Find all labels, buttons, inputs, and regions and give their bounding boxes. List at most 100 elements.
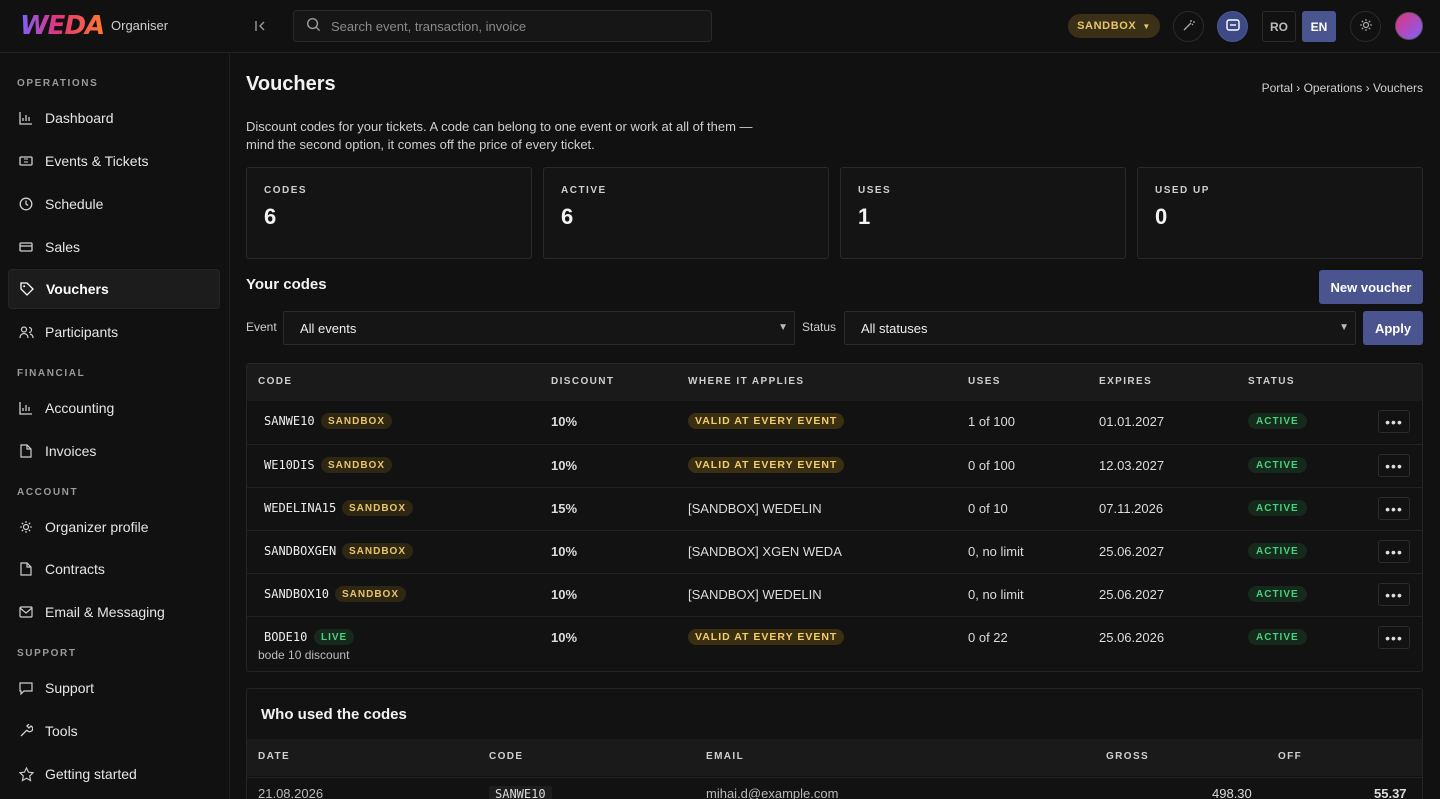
- discount-value: 10%: [551, 630, 578, 645]
- environment-selector[interactable]: SANDBOX ▼: [1068, 14, 1160, 38]
- column-header-code[interactable]: CODE: [489, 751, 524, 762]
- sidebar-item-schedule[interactable]: Schedule: [8, 184, 220, 224]
- language-en-button[interactable]: EN: [1302, 11, 1336, 42]
- search-bar[interactable]: [293, 10, 712, 42]
- apply-filters-button[interactable]: Apply: [1363, 311, 1423, 345]
- section-title-account: ACCOUNT: [17, 487, 79, 498]
- sidebar-item-email-messaging[interactable]: Email & Messaging: [8, 592, 220, 632]
- language-ro-button[interactable]: RO: [1262, 11, 1296, 42]
- applies-event: [SANDBOX] WEDELIN: [688, 587, 822, 602]
- column-header-gross[interactable]: GROSS: [1106, 751, 1149, 762]
- stat-value: 6: [264, 204, 277, 229]
- usage-gross: 498.30: [1212, 786, 1252, 799]
- event-filter-label: Event: [246, 320, 277, 334]
- more-options-icon[interactable]: •••: [1378, 410, 1410, 433]
- more-options-icon[interactable]: •••: [1378, 583, 1410, 606]
- column-header-discount[interactable]: DISCOUNT: [551, 376, 614, 387]
- column-header-where-it-applies[interactable]: WHERE IT APPLIES: [688, 376, 804, 387]
- chevron-down-icon: ▼: [1339, 322, 1349, 333]
- sidebar-item-vouchers[interactable]: Vouchers: [8, 269, 220, 309]
- sidebar-item-invoices[interactable]: Invoices: [8, 431, 220, 471]
- table-row[interactable]: WE10DIS SANDBOX 10% VALID AT EVERY EVENT…: [247, 444, 1422, 487]
- sidebar-item-getting-started[interactable]: Getting started: [8, 754, 220, 794]
- usage-table-row[interactable]: 21.08.2026 SANWE10 mihai.d@example.com 4…: [247, 777, 1422, 799]
- applies-badge: VALID AT EVERY EVENT: [688, 629, 845, 645]
- tools-button[interactable]: [1173, 11, 1204, 42]
- section-title-operations: OPERATIONS: [17, 78, 99, 89]
- column-header-email[interactable]: EMAIL: [706, 751, 744, 762]
- voucher-code: BODE10: [264, 630, 308, 644]
- uses-value: 0 of 22: [968, 630, 1008, 645]
- sidebar-item-tools[interactable]: Tools: [8, 711, 220, 751]
- stat-value: 6: [561, 204, 574, 229]
- sidebar-item-support[interactable]: Support: [8, 668, 220, 708]
- column-header-uses[interactable]: USES: [968, 376, 1001, 387]
- expires-value: 01.01.2027: [1099, 414, 1165, 429]
- sidebar-item-sales[interactable]: Sales: [8, 227, 220, 267]
- main-content: Vouchers Portal › Operations › Vouchers …: [230, 54, 1440, 799]
- mail-icon: [18, 604, 34, 620]
- table-row[interactable]: BODE10 LIVE bode 10 discount 10% VALID A…: [247, 616, 1422, 672]
- top-bar: WEDA Organiser SANDBOX ▼ RO EN: [0, 0, 1440, 53]
- sidebar-item-participants[interactable]: Participants: [8, 312, 220, 352]
- sidebar-item-dashboard[interactable]: Dashboard: [8, 98, 220, 138]
- section-title-financial: FINANCIAL: [17, 368, 86, 379]
- breadcrumb[interactable]: Portal › Operations › Vouchers: [1262, 81, 1423, 95]
- status-badge: ACTIVE: [1248, 500, 1307, 516]
- status-badge: ACTIVE: [1248, 629, 1307, 645]
- voucher-code: SANDBOXGEN: [264, 544, 337, 558]
- column-header-off[interactable]: OFF: [1278, 751, 1302, 762]
- sidebar-item-label: Email & Messaging: [45, 604, 165, 620]
- sidebar-item-label: Dashboard: [45, 110, 114, 126]
- sidebar: OPERATIONS Dashboard Events & Tickets Sc…: [0, 54, 230, 799]
- usage-email[interactable]: mihai.d@example.com: [706, 786, 838, 799]
- column-header-date[interactable]: DATE: [258, 751, 290, 762]
- sidebar-item-label: Contracts: [45, 561, 105, 577]
- sidebar-item-label: Invoices: [45, 443, 97, 459]
- sidebar-item-organizer-profile[interactable]: Organizer profile: [8, 507, 220, 547]
- more-options-icon[interactable]: •••: [1378, 626, 1410, 649]
- environment-badge: SANDBOX: [321, 457, 393, 473]
- card-icon: [18, 239, 34, 255]
- more-options-icon[interactable]: •••: [1378, 454, 1410, 477]
- column-header-expires[interactable]: EXPIRES: [1099, 376, 1152, 387]
- table-row[interactable]: WEDELINA15 SANDBOX 15% [SANDBOX] WEDELIN…: [247, 487, 1422, 530]
- status-filter-select[interactable]: All statuses ▼: [844, 311, 1356, 345]
- usage-section-title: Who used the codes: [261, 706, 407, 723]
- discount-value: 10%: [551, 544, 578, 559]
- stat-label: ACTIVE: [561, 185, 607, 196]
- more-options-icon[interactable]: •••: [1378, 497, 1410, 520]
- screen-icon: [1225, 17, 1241, 36]
- sidebar-item-accounting[interactable]: Accounting: [8, 388, 220, 428]
- sidebar-item-events-tickets[interactable]: Events & Tickets: [8, 141, 220, 181]
- sidebar-item-contracts[interactable]: Contracts: [8, 549, 220, 589]
- event-filter-select[interactable]: All events ▼: [283, 311, 795, 345]
- column-header-status[interactable]: STATUS: [1248, 376, 1295, 387]
- sidebar-item-label: Schedule: [45, 196, 104, 212]
- environment-badge: SANDBOX: [335, 586, 407, 602]
- new-voucher-button[interactable]: New voucher: [1319, 270, 1423, 304]
- uses-value: 0 of 10: [968, 501, 1008, 516]
- more-options-icon[interactable]: •••: [1378, 540, 1410, 563]
- screen-capture-button[interactable]: [1217, 11, 1248, 42]
- table-row[interactable]: SANWE10 SANDBOX 10% VALID AT EVERY EVENT…: [247, 401, 1422, 444]
- user-avatar[interactable]: [1395, 12, 1423, 40]
- column-header-code[interactable]: CODE: [258, 376, 293, 387]
- chevron-down-icon: ▼: [1142, 21, 1151, 31]
- app-subtitle: Organiser: [111, 18, 169, 33]
- codes-section-title: Your codes: [246, 276, 327, 293]
- discount-value: 10%: [551, 587, 578, 602]
- usage-date: 21.08.2026: [258, 786, 324, 799]
- stat-card-uses: USES 1: [840, 167, 1126, 259]
- theme-toggle-button[interactable]: [1350, 11, 1381, 42]
- search-input[interactable]: [331, 18, 691, 34]
- applies-badge: VALID AT EVERY EVENT: [688, 413, 845, 429]
- collapse-sidebar-icon[interactable]: [250, 16, 270, 36]
- chevron-down-icon: ▼: [778, 322, 788, 333]
- search-icon: [306, 17, 321, 35]
- chart-icon: [18, 110, 34, 126]
- table-row[interactable]: SANDBOXGEN SANDBOX 10% [SANDBOX] XGEN WE…: [247, 530, 1422, 573]
- voucher-code: WEDELINA15: [264, 501, 337, 515]
- weda-logo[interactable]: WEDA: [20, 11, 105, 41]
- table-row[interactable]: SANDBOX10 SANDBOX 10% [SANDBOX] WEDELIN …: [247, 573, 1422, 616]
